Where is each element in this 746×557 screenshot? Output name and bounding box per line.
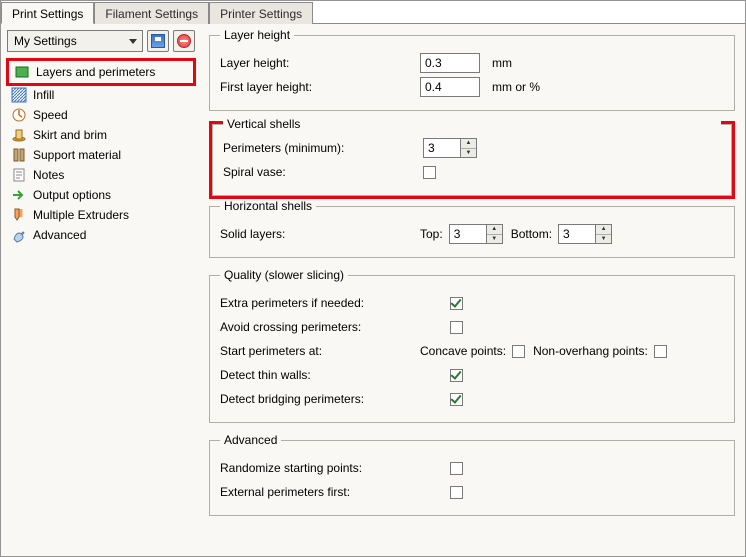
group-legend: Horizontal shells	[220, 199, 316, 213]
highlight-box-vertical-shells: Vertical shells Perimeters (minimum): ▲▼	[209, 121, 735, 199]
tab-bar: Print Settings Filament Settings Printer…	[1, 1, 745, 23]
group-legend: Layer height	[220, 28, 294, 42]
tab-label: Print Settings	[12, 7, 83, 21]
content-area: My Settings Layers and perimeters	[1, 23, 745, 556]
extra-perimeters-checkbox[interactable]	[450, 297, 463, 310]
sidebar-item-label: Notes	[33, 168, 64, 182]
perimeters-label: Perimeters (minimum):	[223, 141, 423, 155]
tab-printer-settings[interactable]: Printer Settings	[209, 2, 313, 24]
first-layer-input[interactable]	[420, 77, 480, 97]
tab-print-settings[interactable]: Print Settings	[1, 2, 94, 24]
support-icon	[11, 147, 27, 163]
extruders-icon	[11, 207, 27, 223]
delete-icon	[177, 34, 191, 48]
sidebar-item-label: Multiple Extruders	[33, 208, 129, 222]
profile-select[interactable]: My Settings	[7, 30, 143, 52]
sidebar-item-label: Speed	[33, 108, 68, 122]
profile-row: My Settings	[7, 30, 195, 52]
sidebar-item-label: Support material	[33, 148, 121, 162]
sidebar-item-layers[interactable]: Layers and perimeters	[10, 62, 192, 82]
notes-icon	[11, 167, 27, 183]
delete-profile-button[interactable]	[173, 30, 195, 52]
speed-icon	[11, 107, 27, 123]
sidebar-item-speed[interactable]: Speed	[7, 105, 195, 125]
spinner-buttons[interactable]: ▲▼	[596, 224, 612, 244]
top-input[interactable]	[449, 224, 487, 244]
solid-layers-label: Solid layers:	[220, 227, 420, 241]
layer-height-unit: mm	[492, 56, 512, 70]
extra-perimeters-label: Extra perimeters if needed:	[220, 296, 420, 310]
nonoverhang-label: Non-overhang points:	[533, 344, 648, 358]
bottom-label: Bottom:	[511, 227, 552, 241]
sidebar-item-label: Output options	[33, 188, 111, 202]
layer-height-input[interactable]	[420, 53, 480, 73]
randomize-label: Randomize starting points:	[220, 461, 420, 475]
skirt-icon	[11, 127, 27, 143]
layers-icon	[14, 64, 30, 80]
spiral-checkbox[interactable]	[423, 166, 436, 179]
sidebar-item-advanced[interactable]: Advanced	[7, 225, 195, 245]
tab-label: Filament Settings	[105, 7, 198, 21]
perimeters-spinner[interactable]: ▲▼	[423, 138, 477, 158]
sidebar-item-output[interactable]: Output options	[7, 185, 195, 205]
nonoverhang-checkbox[interactable]	[654, 345, 667, 358]
bottom-input[interactable]	[558, 224, 596, 244]
first-layer-label: First layer height:	[220, 80, 420, 94]
sidebar-item-skirt[interactable]: Skirt and brim	[7, 125, 195, 145]
start-perimeters-label: Start perimeters at:	[220, 344, 420, 358]
thin-walls-checkbox[interactable]	[450, 369, 463, 382]
spinner-buttons[interactable]: ▲▼	[461, 138, 477, 158]
sidebar-item-label: Advanced	[33, 228, 86, 242]
highlight-box-sidebar: Layers and perimeters	[6, 58, 196, 86]
tab-label: Printer Settings	[220, 7, 302, 21]
bottom-spinner[interactable]: ▲▼	[558, 224, 612, 244]
output-icon	[11, 187, 27, 203]
app-window: Print Settings Filament Settings Printer…	[0, 0, 746, 557]
save-icon	[151, 34, 165, 48]
tab-filament-settings[interactable]: Filament Settings	[94, 2, 209, 24]
avoid-crossing-checkbox[interactable]	[450, 321, 463, 334]
sidebar-item-notes[interactable]: Notes	[7, 165, 195, 185]
spinner-buttons[interactable]: ▲▼	[487, 224, 503, 244]
sidebar-item-support[interactable]: Support material	[7, 145, 195, 165]
top-spinner[interactable]: ▲▼	[449, 224, 503, 244]
save-profile-button[interactable]	[147, 30, 169, 52]
sidebar-item-label: Layers and perimeters	[36, 65, 155, 79]
top-label: Top:	[420, 227, 443, 241]
sidebar-item-label: Infill	[33, 88, 54, 102]
spiral-label: Spiral vase:	[223, 165, 423, 179]
group-layer-height: Layer height Layer height: mm First laye…	[209, 28, 735, 111]
randomize-checkbox[interactable]	[450, 462, 463, 475]
group-quality: Quality (slower slicing) Extra perimeter…	[209, 268, 735, 423]
first-layer-unit: mm or %	[492, 80, 540, 94]
group-legend: Vertical shells	[223, 117, 721, 131]
concave-checkbox[interactable]	[512, 345, 525, 358]
group-legend: Quality (slower slicing)	[220, 268, 348, 282]
thin-walls-label: Detect thin walls:	[220, 368, 420, 382]
sidebar-nav: Layers and perimeters Infill Speed	[7, 58, 195, 245]
infill-icon	[11, 87, 27, 103]
sidebar: My Settings Layers and perimeters	[1, 24, 201, 556]
advanced-icon	[11, 227, 27, 243]
concave-label: Concave points:	[420, 344, 506, 358]
perimeters-input[interactable]	[423, 138, 461, 158]
ext-first-checkbox[interactable]	[450, 486, 463, 499]
avoid-crossing-label: Avoid crossing perimeters:	[220, 320, 420, 334]
ext-first-label: External perimeters first:	[220, 485, 420, 499]
main-panel: Layer height Layer height: mm First laye…	[201, 24, 745, 556]
group-advanced: Advanced Randomize starting points: Exte…	[209, 433, 735, 516]
layer-height-label: Layer height:	[220, 56, 420, 70]
profile-select-value: My Settings	[14, 34, 77, 48]
sidebar-item-infill[interactable]: Infill	[7, 85, 195, 105]
sidebar-item-label: Skirt and brim	[33, 128, 107, 142]
sidebar-item-extruders[interactable]: Multiple Extruders	[7, 205, 195, 225]
group-legend: Advanced	[220, 433, 281, 447]
group-horizontal-shells: Horizontal shells Solid layers: Top: ▲▼	[209, 199, 735, 258]
bridging-label: Detect bridging perimeters:	[220, 392, 420, 406]
bridging-checkbox[interactable]	[450, 393, 463, 406]
